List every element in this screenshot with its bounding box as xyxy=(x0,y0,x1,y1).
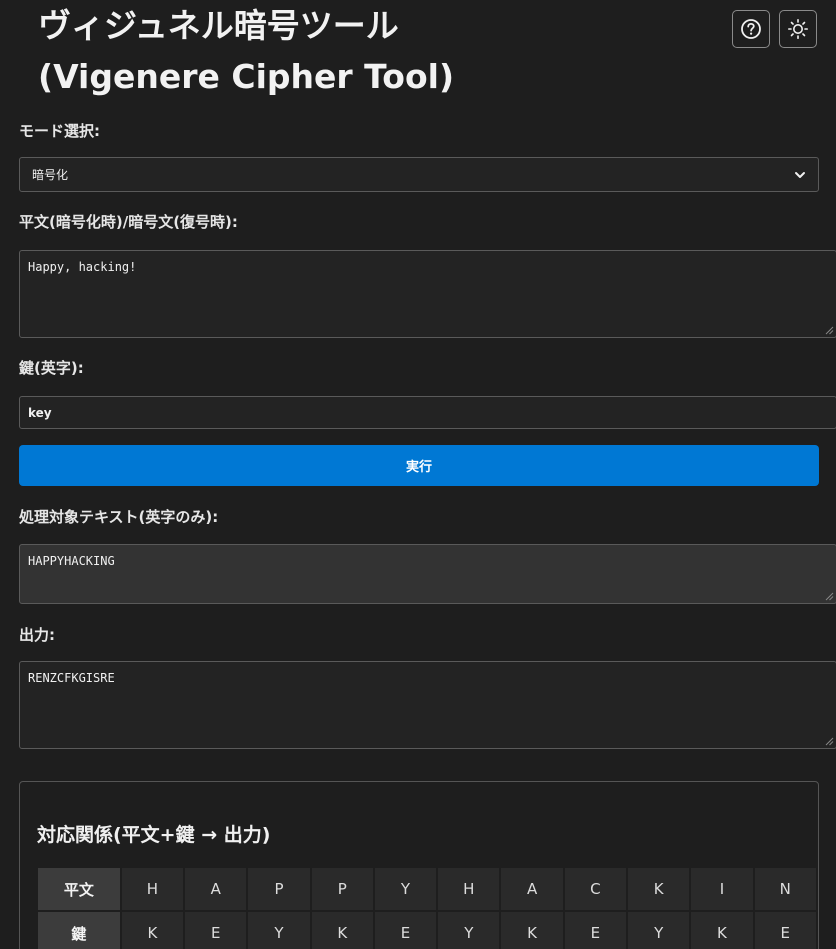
mapping-cell: C xyxy=(564,868,627,910)
mapping-row-header: 平文 xyxy=(38,868,120,910)
key-input-value: key xyxy=(28,405,52,420)
mode-select[interactable]: 暗号化 xyxy=(19,157,819,192)
output-textarea[interactable]: RENZCFKGISRE xyxy=(19,661,836,749)
resize-grip-icon[interactable] xyxy=(825,592,834,601)
mapping-cell: I xyxy=(691,868,753,910)
mapping-cell: P xyxy=(311,868,373,910)
sun-icon xyxy=(787,18,809,40)
chevron-down-icon xyxy=(795,171,805,178)
mapping-cell: K xyxy=(501,912,563,949)
mapping-cell: K xyxy=(691,912,753,949)
output-label: 出力: xyxy=(19,626,55,644)
mapping-cell: K xyxy=(628,868,690,910)
page-title: ヴィジュネル暗号ツール (Vigenere Cipher Tool) xyxy=(38,0,454,102)
mapping-cell: P xyxy=(248,868,310,910)
mode-label: モード選択: xyxy=(19,122,100,140)
output-textarea-value: RENZCFKGISRE xyxy=(28,671,115,685)
mapping-cell: E xyxy=(564,912,627,949)
mapping-cell: K xyxy=(311,912,373,949)
mapping-table: 平文 H A P P Y H A C K I N 鍵 K E Y K E Y K… xyxy=(36,866,818,949)
mapping-cell: A xyxy=(501,868,563,910)
mapping-cell: N xyxy=(754,868,816,910)
mode-select-value: 暗号化 xyxy=(32,168,69,182)
mapping-cell: E xyxy=(185,912,247,949)
mapping-row-header: 鍵 xyxy=(38,912,120,949)
theme-toggle-button[interactable] xyxy=(779,10,817,48)
mapping-cell: E xyxy=(374,912,437,949)
processed-textarea-value: HAPPYHACKING xyxy=(28,554,115,568)
mapping-cell: Y xyxy=(248,912,310,949)
mapping-row-plaintext: 平文 H A P P Y H A C K I N xyxy=(38,868,816,910)
mapping-row-key: 鍵 K E Y K E Y K E Y K E xyxy=(38,912,816,949)
input-textarea[interactable]: Happy, hacking! xyxy=(19,250,836,338)
key-label: 鍵(英字): xyxy=(19,359,84,377)
processed-textarea[interactable]: HAPPYHACKING xyxy=(19,544,836,604)
mapping-cell: E xyxy=(754,912,816,949)
mapping-card: 対応関係(平文+鍵 → 出力) 平文 H A P P Y H A C K I N xyxy=(19,781,819,949)
page-title-line1: ヴィジュネル暗号ツール xyxy=(38,6,399,45)
help-button[interactable] xyxy=(732,10,770,48)
mapping-cell: H xyxy=(121,868,184,910)
mapping-cell: Y xyxy=(438,912,500,949)
resize-grip-icon[interactable] xyxy=(825,737,834,746)
resize-grip-icon[interactable] xyxy=(825,326,834,335)
processed-text-label: 処理対象テキスト(英字のみ): xyxy=(19,508,219,526)
input-text-label: 平文(暗号化時)/暗号文(復号時): xyxy=(19,213,238,231)
mapping-cell: H xyxy=(438,868,500,910)
mapping-cell: Y xyxy=(374,868,437,910)
page-title-line2: (Vigenere Cipher Tool) xyxy=(38,57,455,96)
vigenere-cipher-page: ヴィジュネル暗号ツール (Vigenere Cipher Tool) モード選択… xyxy=(0,0,836,949)
question-circle-icon xyxy=(741,19,761,39)
input-textarea-value: Happy, hacking! xyxy=(28,260,137,274)
mapping-cell: K xyxy=(121,912,184,949)
run-button[interactable]: 実行 xyxy=(19,445,819,486)
mapping-cell: A xyxy=(185,868,247,910)
key-input[interactable]: key xyxy=(19,396,836,429)
mapping-cell: Y xyxy=(628,912,690,949)
mapping-title: 対応関係(平文+鍵 → 出力) xyxy=(37,824,271,846)
